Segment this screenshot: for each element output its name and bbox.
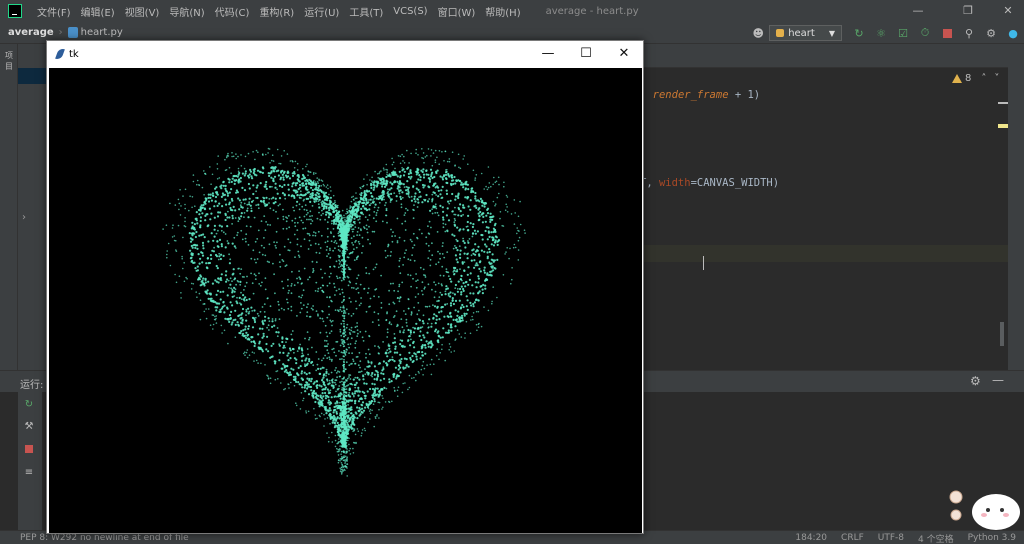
close-icon[interactable]: ✕ [994,0,1022,22]
tk-feather-icon [55,47,65,61]
layout-icon[interactable]: ≡ [21,466,37,480]
project-tool-tab[interactable]: 项目 [2,50,16,78]
window-title: average - heart.py [545,5,639,17]
inspection-widget[interactable]: 8 ˄ ˅ [952,70,999,86]
gear-icon[interactable]: ⚙ [982,24,1000,42]
plugin-icon[interactable]: ● [1004,24,1022,42]
menubar: 文件(F) 编辑(E) 视图(V) 导航(N) 代码(C) 重构(R) 运行(U… [0,0,1024,22]
tk-minimize-icon[interactable]: — [529,41,567,67]
inspection-count: 8 [965,72,972,84]
run-panel-label: 运行: [20,380,44,391]
file-encoding[interactable]: UTF-8 [878,533,904,543]
menu-run[interactable]: 运行(U) [299,4,344,19]
rerun-icon[interactable]: ↻ [21,398,37,412]
menu-edit[interactable]: 编辑(E) [76,4,120,19]
pycharm-logo-icon [8,4,22,18]
menu-code[interactable]: 代码(C) [210,4,255,19]
menu-window[interactable]: 窗口(W) [433,4,481,19]
editor-scrollbar-thumb[interactable] [1000,322,1004,346]
python-file-icon [67,27,78,38]
code-line-1: , render_frame + 1) [640,89,761,101]
run-config-dropdown[interactable]: heart ▼ [769,25,842,41]
tk-close-icon[interactable]: ✕ [605,41,643,67]
menu-view[interactable]: 视图(V) [120,4,165,19]
status-widgets: 184:20 CRLF UTF-8 4 个空格 Python 3.9 [795,531,1016,544]
menu-help[interactable]: 帮助(H) [480,4,525,19]
screen: 文件(F) 编辑(E) 视图(V) 导航(N) 代码(C) 重构(R) 运行(U… [0,0,1024,544]
indent-setting[interactable]: 4 个空格 [918,532,954,544]
status-message: PEP 8: W292 no newline at end of file [20,532,189,543]
line-separator[interactable]: CRLF [841,533,864,543]
tk-window-title: tk [69,48,79,60]
heart-canvas[interactable] [49,68,642,533]
profile-icon[interactable]: ⏱ [916,24,934,42]
menu-refactor[interactable]: 重构(R) [254,4,299,19]
rerun-icon[interactable]: ↻ [850,24,868,42]
scroll-marker [998,102,1008,104]
mouse-text-cursor [703,256,707,270]
warning-icon [952,73,962,83]
wrench-icon[interactable]: ⚒ [21,420,37,434]
menu-file[interactable]: 文件(F) [32,4,76,19]
stop-icon[interactable] [21,444,37,458]
breadcrumb-project[interactable]: average [8,27,54,38]
tk-window: tk — ☐ ✕ [46,40,644,534]
menu-tools[interactable]: 工具(T) [344,4,388,19]
tk-maximize-icon[interactable]: ☐ [567,41,605,67]
right-tool-strip [1008,44,1024,370]
run-config-label: heart [788,27,815,39]
scroll-marker-warning [998,124,1008,128]
caret-position[interactable]: 184:20 [795,533,827,543]
menu-navigate[interactable]: 导航(N) [164,4,209,19]
restore-icon[interactable]: ❐ [954,0,982,22]
tk-titlebar[interactable]: tk — ☐ ✕ [47,41,643,67]
hide-panel-icon[interactable]: — [992,373,1004,387]
code-line-2: T, width=CANVAS_WIDTH) [640,177,780,189]
tree-expand-icon[interactable]: › [22,212,26,223]
run-panel-toolbar [18,392,42,530]
python-interpreter[interactable]: Python 3.9 [968,533,1016,543]
project-tree-row[interactable] [18,68,48,84]
coverage-icon[interactable]: ☑ [894,24,912,42]
debug-icon[interactable]: ⚛ [872,24,890,42]
mascot-sticker-icon [949,490,1020,530]
user-icon[interactable]: ☻ [749,24,767,42]
minimize-icon[interactable]: — [904,0,932,22]
gear-icon[interactable]: ⚙ [970,374,981,388]
chevron-down-icon[interactable]: ˅ [994,73,999,84]
menu-vcs[interactable]: VCS(S) [388,6,432,17]
stop-icon[interactable] [938,24,956,42]
heart-particle-animation [162,147,526,477]
chevron-down-icon: ▼ [828,28,835,38]
python-config-icon [776,29,785,37]
search-icon[interactable]: ⚲ [960,24,978,42]
breadcrumb-separator: › [58,27,63,38]
chevron-up-icon[interactable]: ˄ [981,73,986,84]
breadcrumb-file[interactable]: heart.py [81,27,123,38]
toolbar-actions: ☻ heart ▼ ↻ ⚛ ☑ ⏱ ⚲ ⚙ ● [747,22,1024,44]
